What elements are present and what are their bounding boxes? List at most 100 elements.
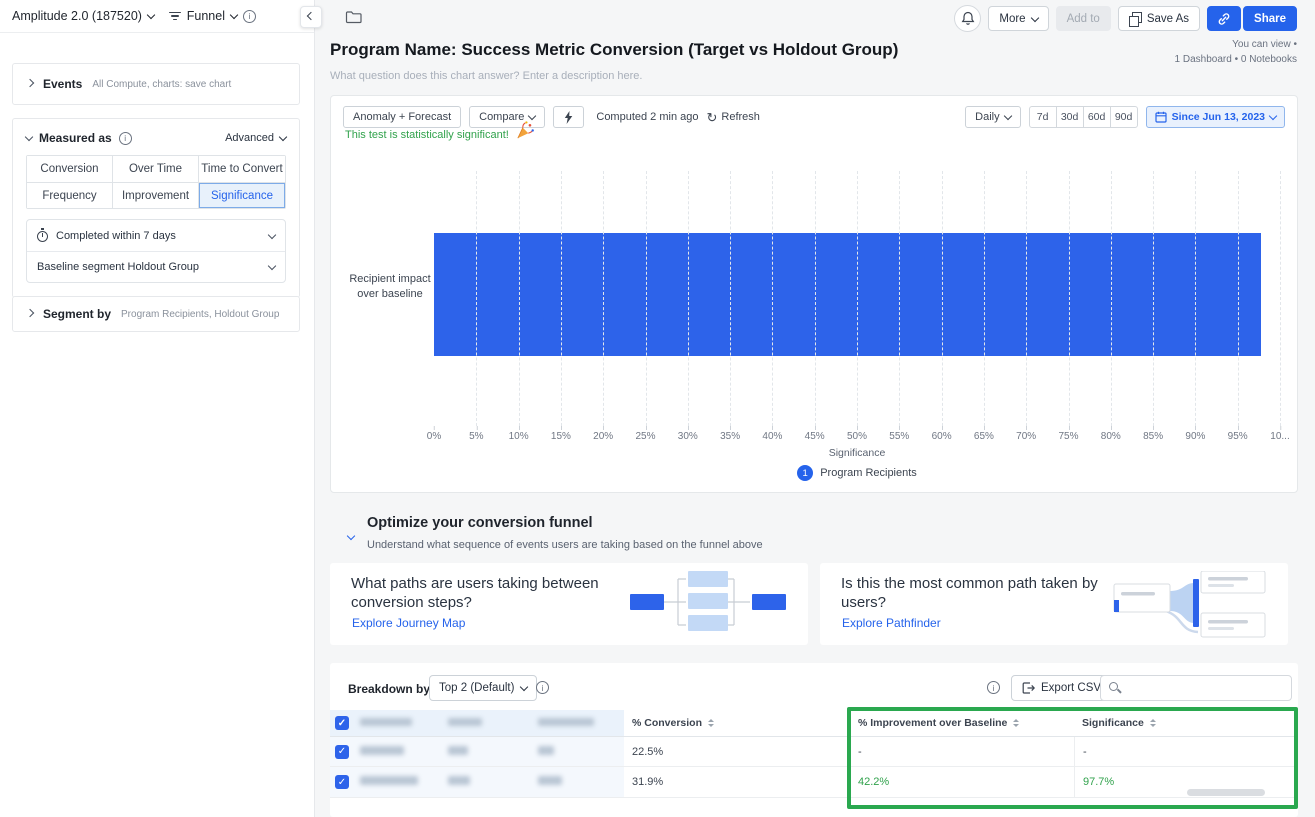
chart-toolbar-left: Anomaly + Forecast Compare Computed 2 mi… — [343, 106, 760, 128]
column-header-improvement[interactable]: % Improvement over Baseline — [850, 710, 1074, 736]
chart-legend[interactable]: 1 Program Recipients — [434, 465, 1280, 481]
lightning-icon — [564, 111, 573, 124]
collections-info[interactable]: 1 Dashboard • 0 Notebooks — [1175, 52, 1297, 67]
quick-insights-button[interactable] — [553, 106, 584, 128]
legend-series-badge: 1 — [797, 465, 813, 481]
funnel-section-title: Optimize your conversion funnel — [367, 515, 593, 531]
x-axis-ticks: 0%5%10%15%20%25%30%35%40%45%50%55%60%65%… — [434, 431, 1280, 444]
party-popper-icon — [514, 120, 536, 142]
chevron-down-icon — [1003, 112, 1011, 120]
app-window: Amplitude 2.0 (187520) Funnel Events All… — [0, 0, 1315, 817]
chevron-left-icon — [307, 12, 315, 20]
export-csv-button[interactable]: Export CSV — [1011, 675, 1112, 701]
measured-as-label: Measured as — [39, 131, 112, 145]
horizontal-scrollbar[interactable] — [1187, 789, 1265, 796]
info-icon[interactable] — [536, 681, 549, 694]
segment-by-section[interactable]: Segment by Program Recipients, Holdout G… — [12, 296, 300, 332]
range-30d[interactable]: 30d — [1056, 106, 1084, 128]
refresh-button[interactable]: ↻ Refresh — [707, 111, 760, 124]
sidebar-collapse-button[interactable] — [300, 6, 322, 28]
range-7d[interactable]: 7d — [1029, 106, 1057, 128]
advanced-toggle[interactable]: Advanced — [225, 132, 286, 144]
more-button[interactable]: More — [988, 6, 1048, 31]
range-60d[interactable]: 60d — [1083, 106, 1111, 128]
significance-bar[interactable] — [434, 233, 1261, 356]
redacted-text — [538, 776, 562, 785]
chevron-down-icon — [230, 11, 238, 19]
tab-conversion[interactable]: Conversion — [27, 156, 113, 182]
cell-improvement: - — [850, 737, 1074, 766]
folder-icon[interactable] — [345, 10, 362, 29]
search-input[interactable] — [1128, 682, 1283, 694]
refresh-icon: ↻ — [707, 111, 718, 124]
row-checkbox[interactable] — [335, 775, 349, 789]
view-permission: You can view • — [1175, 37, 1297, 52]
tab-time-to-convert[interactable]: Time to Convert — [199, 156, 285, 182]
access-info: You can view • 1 Dashboard • 0 Notebooks — [1175, 37, 1297, 67]
redacted-header-conversion — [538, 718, 594, 726]
funnel-icon — [169, 12, 181, 21]
sidebar: Amplitude 2.0 (187520) Funnel Events All… — [0, 0, 315, 817]
redacted-text — [360, 776, 418, 785]
tab-over-time[interactable]: Over Time — [113, 156, 199, 182]
chevron-down-icon — [279, 133, 287, 141]
chevron-down-icon — [1030, 13, 1038, 21]
explore-pathfinder-link[interactable]: Explore Pathfinder — [842, 616, 941, 630]
completed-within-row[interactable]: Completed within 7 days — [27, 220, 285, 251]
significance-note: This test is statistically significant! — [345, 128, 536, 142]
notifications-button[interactable] — [954, 5, 981, 32]
chart-type-selector[interactable]: Funnel — [169, 9, 237, 23]
date-range-button[interactable]: Since Jun 13, 2023 — [1146, 106, 1285, 128]
description-placeholder[interactable]: What question does this chart answer? En… — [330, 70, 642, 82]
journey-map-card: What paths are users taking between conv… — [330, 563, 808, 645]
chevron-down-icon — [268, 230, 276, 238]
chevron-down-icon — [1269, 112, 1277, 120]
table-header-row: % Conversion % Improvement over Baseline… — [330, 710, 1298, 737]
breakdown-by-label: Breakdown by: — [348, 682, 434, 696]
journey-map-illustration — [630, 571, 792, 633]
chevron-down-icon[interactable] — [25, 133, 33, 141]
row-checkbox[interactable] — [335, 745, 349, 759]
segment-by-label: Segment by — [43, 307, 111, 321]
anomaly-forecast-button[interactable]: Anomaly + Forecast — [343, 106, 461, 128]
table-search[interactable] — [1100, 675, 1292, 701]
chart-type-label: Funnel — [187, 9, 225, 23]
pathfinder-illustration — [1108, 571, 1272, 639]
column-header-pct-conversion[interactable]: % Conversion — [624, 710, 850, 736]
info-icon[interactable] — [119, 132, 132, 145]
stopwatch-icon — [37, 231, 48, 242]
tab-improvement[interactable]: Improvement — [113, 182, 199, 208]
events-section[interactable]: Events All Compute, charts: save chart — [12, 63, 300, 105]
save-as-button[interactable]: Save As — [1118, 6, 1200, 31]
redacted-text — [448, 746, 468, 755]
pathfinder-question: Is this the most common path taken by us… — [841, 575, 1103, 613]
add-to-button[interactable]: Add to — [1056, 6, 1111, 31]
range-90d[interactable]: 90d — [1110, 106, 1138, 128]
table-row[interactable]: 31.9% 42.2% 97.7% — [330, 767, 1298, 798]
workspace-selector[interactable]: Amplitude 2.0 (187520) — [12, 9, 154, 23]
column-header-significance[interactable]: Significance — [1074, 710, 1298, 736]
tab-frequency[interactable]: Frequency — [27, 182, 113, 208]
search-icon — [1109, 682, 1121, 694]
redacted-text — [360, 746, 404, 755]
page-title[interactable]: Program Name: Success Metric Conversion … — [330, 40, 898, 60]
cell-pct-conversion: 31.9% — [624, 767, 850, 797]
baseline-segment-label: Baseline segment Holdout Group — [37, 261, 199, 273]
explore-journey-map-link[interactable]: Explore Journey Map — [352, 616, 465, 630]
tab-significance[interactable]: Significance — [199, 182, 285, 208]
copy-link-button[interactable] — [1207, 6, 1241, 31]
redacted-text — [538, 746, 554, 755]
breakdown-selector[interactable]: Top 2 (Default) — [429, 675, 537, 701]
info-icon[interactable] — [243, 10, 256, 23]
header-actions: More Add to Save As Share — [954, 5, 1297, 32]
table-row[interactable]: 22.5% - - — [330, 737, 1298, 767]
measured-as-tabs: Conversion Over Time Time to Convert Fre… — [26, 155, 286, 209]
share-button[interactable]: Share — [1243, 6, 1297, 31]
baseline-segment-row[interactable]: Baseline segment Holdout Group — [27, 251, 285, 282]
interval-select[interactable]: Daily — [965, 106, 1020, 128]
y-axis-label: Recipient impact over baseline — [347, 272, 433, 303]
select-all-checkbox[interactable] — [335, 716, 349, 730]
section-collapse-chevron[interactable] — [348, 526, 354, 544]
info-icon[interactable] — [987, 681, 1000, 694]
sort-icon — [1150, 719, 1156, 727]
